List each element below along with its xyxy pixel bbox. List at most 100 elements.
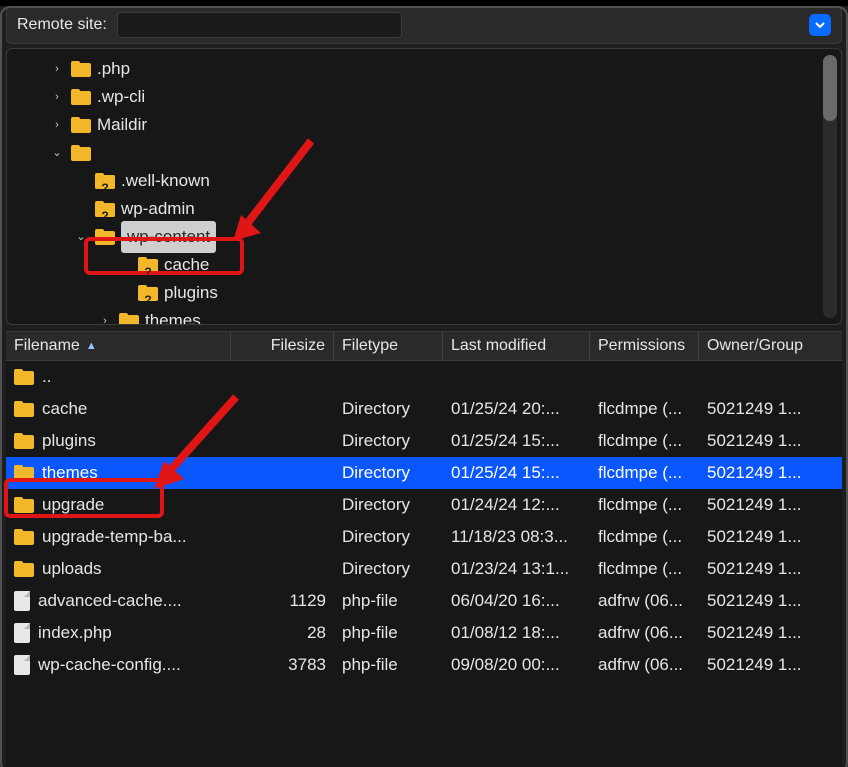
col-filename-label: Filename [14,337,80,355]
tree-item[interactable]: › .php [17,55,841,83]
folder-icon [71,61,91,77]
col-permissions[interactable]: Permissions [590,332,699,360]
folder-icon [14,497,34,513]
file-name: .. [42,367,51,387]
file-name: plugins [42,431,96,451]
folder-unknown-icon: ? [138,285,158,301]
cell-perm: flcdmpe (... [590,559,699,579]
cell-type: Directory [334,431,443,451]
cell-mod: 01/08/12 18:... [443,623,590,643]
col-filesize-label: Filesize [271,337,325,355]
cell-perm: flcdmpe (... [590,527,699,547]
cell-mod: 09/08/20 00:... [443,655,590,675]
cell-perm: adfrw (06... [590,655,699,675]
file-row[interactable]: cache Directory01/25/24 20:...flcdmpe (..… [6,393,842,425]
tree-item-label: Maildir [97,111,147,139]
file-name: index.php [38,623,112,643]
tree-item-label: .php [97,55,130,83]
file-name: uploads [42,559,102,579]
cell-mod: 01/25/24 15:... [443,463,590,483]
remote-site-dropdown[interactable] [809,14,831,36]
tree-item[interactable]: › .wp-cli [17,83,841,111]
tree-scroll-thumb[interactable] [823,55,837,121]
file-icon [14,623,30,643]
remote-site-input[interactable] [117,12,402,38]
tree-item[interactable]: •?wp-admin [17,195,841,223]
cell-size: 28 [231,623,334,643]
cell-type: Directory [334,463,443,483]
file-name: cache [42,399,87,419]
col-owner[interactable]: Owner/Group [699,332,842,360]
cell-owner: 5021249 1... [699,591,842,611]
tree-item[interactable]: › Maildir [17,111,841,139]
chevron-down-icon[interactable]: ⌄ [73,223,89,251]
file-list-header: Filename ▲ Filesize Filetype Last modifie… [6,331,842,361]
folder-icon [14,529,34,545]
cell-type: Directory [334,495,443,515]
cell-mod: 01/25/24 20:... [443,399,590,419]
remote-tree[interactable]: ›.php›.wp-cli›Maildir⌄ •?.well-known•?wp… [7,49,841,325]
file-row[interactable]: uploads Directory01/23/24 13:1...flcdmpe … [6,553,842,585]
file-row[interactable]: index.php28php-file01/08/12 18:...adfrw … [6,617,842,649]
chevron-right-icon[interactable]: › [49,55,65,83]
cell-owner: 5021249 1... [699,495,842,515]
chevron-right-icon[interactable]: › [49,111,65,139]
folder-icon [95,229,115,245]
tree-item[interactable]: •?.well-known [17,167,841,195]
tree-item-label: .well-known [121,167,210,195]
file-list[interactable]: ..cacheDirectory01/25/24 20:...flcdmpe (… [6,361,842,767]
tree-item-label: .wp-cli [97,83,145,111]
sort-asc-icon: ▲ [86,340,97,352]
col-permissions-label: Permissions [598,337,685,355]
cell-perm: flcdmpe (... [590,399,699,419]
cell-owner: 5021249 1... [699,463,842,483]
file-name: upgrade-temp-ba... [42,527,187,547]
folder-unknown-icon: ? [95,201,115,217]
cell-owner: 5021249 1... [699,559,842,579]
file-row[interactable]: advanced-cache....1129php-file06/04/20 1… [6,585,842,617]
col-modified[interactable]: Last modified [443,332,590,360]
file-name: advanced-cache.... [38,591,182,611]
cell-size: 3783 [231,655,334,675]
cell-owner: 5021249 1... [699,527,842,547]
cell-mod: 01/24/24 12:... [443,495,590,515]
cell-owner: 5021249 1... [699,655,842,675]
cell-perm: flcdmpe (... [590,431,699,451]
cell-perm: flcdmpe (... [590,463,699,483]
file-name: wp-cache-config.... [38,655,181,675]
file-row[interactable]: upgrade-temp-ba...Directory11/18/23 08:3… [6,521,842,553]
chevron-right-icon[interactable]: › [97,307,113,325]
tree-item[interactable]: •?cache [17,251,841,279]
folder-unknown-icon: ? [95,173,115,189]
cell-type: Directory [334,559,443,579]
col-filename[interactable]: Filename ▲ [6,332,231,360]
cell-type: php-file [334,591,443,611]
cell-perm: adfrw (06... [590,623,699,643]
remote-tree-pane: ›.php›.wp-cli›Maildir⌄ •?.well-known•?wp… [6,48,842,325]
file-icon [14,655,30,675]
tree-item-label: plugins [164,279,218,307]
folder-icon [14,465,34,481]
col-modified-label: Last modified [451,337,546,355]
cell-type: php-file [334,655,443,675]
cell-mod: 01/23/24 13:1... [443,559,590,579]
cell-mod: 06/04/20 16:... [443,591,590,611]
file-row[interactable]: pluginsDirectory01/25/24 15:...flcdmpe (… [6,425,842,457]
tree-item-label: wp-content [121,221,216,253]
col-filetype[interactable]: Filetype [334,332,443,360]
tree-item[interactable]: ⌄ [17,139,841,167]
file-row[interactable]: .. [6,361,842,393]
chevron-right-icon[interactable]: › [49,83,65,111]
tree-item-label: cache [164,251,209,279]
tree-scrollbar[interactable] [823,55,837,318]
folder-icon [119,313,139,325]
cell-type: Directory [334,399,443,419]
chevron-down-icon[interactable]: ⌄ [49,139,65,167]
col-filesize[interactable]: Filesize [231,332,334,360]
file-row[interactable]: upgradeDirectory01/24/24 12:...flcdmpe (… [6,489,842,521]
folder-icon [14,433,34,449]
file-row[interactable]: themesDirectory01/25/24 15:...flcdmpe (.… [6,457,842,489]
tree-item[interactable]: ⌄ wp-content [17,223,841,251]
chevron-down-icon [815,20,825,30]
file-row[interactable]: wp-cache-config.... 3783php-file09/08/20 … [6,649,842,681]
